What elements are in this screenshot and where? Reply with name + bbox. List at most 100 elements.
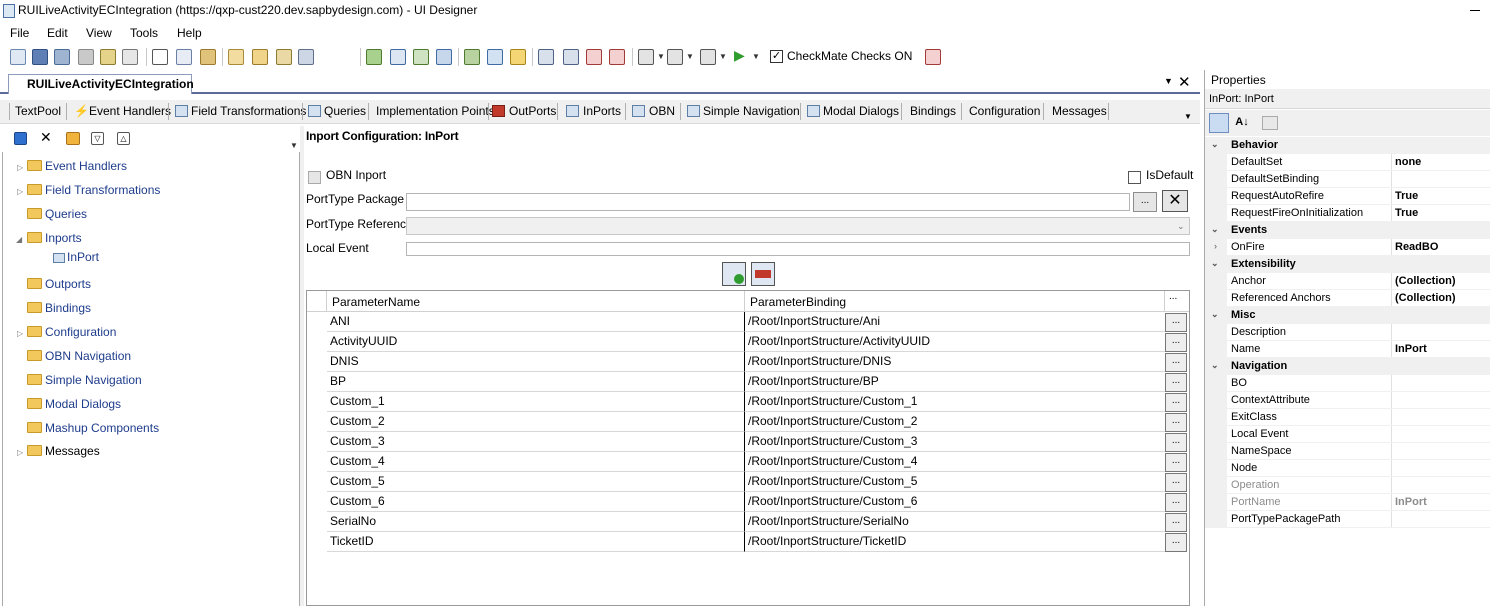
parameter-binding-cell[interactable]: /Root/InportStructure/Custom_5 bbox=[745, 472, 1165, 492]
tree-item-field-transformations[interactable]: Field Transformations bbox=[27, 183, 160, 197]
property-value[interactable]: (Collection) bbox=[1395, 292, 1456, 304]
find-icon[interactable] bbox=[228, 49, 244, 65]
property-row[interactable]: Local Event bbox=[1205, 426, 1490, 443]
column-header-parametername[interactable]: ParameterName bbox=[327, 291, 745, 312]
binding-browse-button[interactable]: ... bbox=[1165, 513, 1187, 532]
parameter-binding-cell[interactable]: /Root/InportStructure/Custom_6 bbox=[745, 492, 1165, 512]
tab-implementation-points[interactable]: Implementation Points bbox=[376, 104, 495, 118]
collapse-arrow-icon[interactable]: ⌄ bbox=[1211, 139, 1219, 150]
property-row[interactable]: DefaultSet none bbox=[1205, 154, 1490, 171]
redo-icon[interactable] bbox=[487, 49, 503, 65]
table-row[interactable]: Custom_6/Root/InportStructure/Custom_6..… bbox=[307, 492, 1189, 512]
tab-outports[interactable]: OutPorts bbox=[509, 104, 556, 118]
table-row[interactable]: TicketID/Root/InportStructure/TicketID..… bbox=[307, 532, 1189, 552]
column-header-parameterbinding[interactable]: ParameterBinding bbox=[745, 291, 1165, 312]
tree-item-queries[interactable]: Queries bbox=[27, 207, 87, 221]
property-category[interactable]: ⌄ Misc bbox=[1205, 307, 1490, 324]
property-row[interactable]: Anchor (Collection) bbox=[1205, 273, 1490, 290]
table-row[interactable]: Custom_1/Root/InportStructure/Custom_1..… bbox=[307, 392, 1189, 412]
minimize-button[interactable] bbox=[1464, 0, 1486, 20]
parameter-binding-cell[interactable]: /Root/InportStructure/Custom_2 bbox=[745, 412, 1165, 432]
menu-tools[interactable]: Tools bbox=[130, 26, 158, 40]
parameter-name-cell[interactable]: Custom_2 bbox=[327, 412, 745, 432]
delete-node-icon[interactable] bbox=[586, 49, 602, 65]
parameter-binding-cell[interactable]: /Root/InportStructure/ActivityUUID bbox=[745, 332, 1165, 352]
tab-obn[interactable]: OBN bbox=[649, 104, 675, 118]
property-row[interactable]: Operation bbox=[1205, 477, 1490, 494]
preview-icon[interactable] bbox=[276, 49, 292, 65]
parameter-name-cell[interactable]: BP bbox=[327, 372, 745, 392]
collapse-arrow-icon[interactable]: ⌄ bbox=[1211, 224, 1219, 235]
tools-icon[interactable] bbox=[298, 49, 314, 65]
refresh-icon[interactable] bbox=[413, 49, 429, 65]
collapse-arrow-icon[interactable]: ◢ bbox=[16, 235, 22, 244]
menu-view[interactable]: View bbox=[86, 26, 112, 40]
checkmate-checkbox[interactable]: ✓ bbox=[770, 50, 783, 63]
property-row[interactable]: DefaultSetBinding bbox=[1205, 171, 1490, 188]
parameter-name-cell[interactable]: TicketID bbox=[327, 532, 745, 552]
copy-doc-icon[interactable] bbox=[78, 49, 94, 65]
binding-browse-button[interactable]: ... bbox=[1165, 393, 1187, 412]
tab-inports[interactable]: InPorts bbox=[583, 104, 621, 118]
delete-all-icon[interactable] bbox=[609, 49, 625, 65]
property-row[interactable]: ContextAttribute bbox=[1205, 392, 1490, 409]
table-row[interactable]: SerialNo/Root/InportStructure/SerialNo..… bbox=[307, 512, 1189, 532]
properties-object-selector[interactable]: InPort: InPort bbox=[1205, 89, 1490, 109]
xml-icon[interactable] bbox=[700, 49, 716, 65]
tab-simple-navigation[interactable]: Simple Navigation bbox=[703, 104, 800, 118]
save-icon[interactable] bbox=[32, 49, 48, 65]
binding-browse-button[interactable]: ... bbox=[1165, 353, 1187, 372]
tree-item-configuration[interactable]: Configuration bbox=[27, 325, 116, 339]
zoom-icon[interactable] bbox=[638, 49, 654, 65]
property-pages-icon[interactable] bbox=[1262, 116, 1278, 130]
edit-icon[interactable] bbox=[100, 49, 116, 65]
property-row[interactable]: RequestAutoRefire True bbox=[1205, 188, 1490, 205]
parameter-name-cell[interactable]: Custom_1 bbox=[327, 392, 745, 412]
parameter-binding-cell[interactable]: /Root/InportStructure/Custom_3 bbox=[745, 432, 1165, 452]
delete-row-icon[interactable] bbox=[751, 262, 775, 286]
parameter-name-cell[interactable]: Custom_6 bbox=[327, 492, 745, 512]
obn-inport-checkbox[interactable] bbox=[308, 171, 321, 184]
tree-item-event-handlers[interactable]: Event Handlers bbox=[27, 159, 127, 173]
tree-item-outports[interactable]: Outports bbox=[27, 277, 91, 291]
collapse-arrow-icon[interactable]: ⌄ bbox=[1211, 258, 1219, 269]
tab-event-handlers[interactable]: Event Handlers bbox=[89, 104, 171, 118]
binding-browse-button[interactable]: ... bbox=[1165, 373, 1187, 392]
property-category[interactable]: ⌄ Navigation bbox=[1205, 358, 1490, 375]
dropdown-arrow-icon[interactable]: ▼ bbox=[686, 52, 694, 61]
tab-modal-dialogs[interactable]: Modal Dialogs bbox=[823, 104, 899, 118]
property-value[interactable]: True bbox=[1395, 207, 1418, 219]
binding-browse-button[interactable]: ... bbox=[1165, 313, 1187, 332]
table-row[interactable]: Custom_5/Root/InportStructure/Custom_5..… bbox=[307, 472, 1189, 492]
add-row-icon[interactable] bbox=[722, 262, 746, 286]
binding-browse-button[interactable]: ... bbox=[1165, 533, 1187, 552]
isdefault-checkbox[interactable] bbox=[1128, 171, 1141, 184]
parameter-binding-cell[interactable]: /Root/InportStructure/TicketID bbox=[745, 532, 1165, 552]
property-row[interactable]: Name InPort bbox=[1205, 341, 1490, 358]
menu-help[interactable]: Help bbox=[177, 26, 202, 40]
property-category[interactable]: ⌄ Behavior bbox=[1205, 137, 1490, 154]
dropdown-arrow-icon[interactable]: ▼ bbox=[752, 52, 760, 61]
property-row[interactable]: › OnFire ReadBO bbox=[1205, 239, 1490, 256]
save-all-icon[interactable] bbox=[54, 49, 70, 65]
alphabetical-icon[interactable]: A↓ bbox=[1232, 113, 1252, 133]
property-row[interactable]: Description bbox=[1205, 324, 1490, 341]
property-category[interactable]: ⌄ Extensibility bbox=[1205, 256, 1490, 273]
tab-scroll-icon[interactable]: ▼ bbox=[1184, 112, 1192, 121]
property-value[interactable]: InPort bbox=[1395, 343, 1427, 355]
cut-icon[interactable] bbox=[152, 49, 168, 65]
binding-browse-button[interactable]: ... bbox=[1165, 333, 1187, 352]
parameter-binding-cell[interactable]: /Root/InportStructure/Ani bbox=[745, 312, 1165, 332]
document-tab[interactable]: RUILiveActivityECIntegration bbox=[8, 74, 194, 94]
tree-item-messages[interactable]: Messages bbox=[27, 444, 100, 458]
menu-file[interactable]: File bbox=[10, 26, 29, 40]
property-value[interactable]: ReadBO bbox=[1395, 241, 1438, 253]
porttype-clear-button[interactable]: ✕ bbox=[1162, 190, 1188, 212]
copy-icon[interactable] bbox=[176, 49, 192, 65]
paste-icon[interactable] bbox=[200, 49, 216, 65]
expand-arrow-icon[interactable]: › bbox=[1214, 241, 1217, 251]
expand-arrow-icon[interactable]: ▷ bbox=[17, 329, 23, 338]
binding-browse-button[interactable]: ... bbox=[1165, 473, 1187, 492]
new-icon[interactable] bbox=[10, 49, 26, 65]
expand-all-icon[interactable]: ▽ bbox=[91, 132, 104, 145]
